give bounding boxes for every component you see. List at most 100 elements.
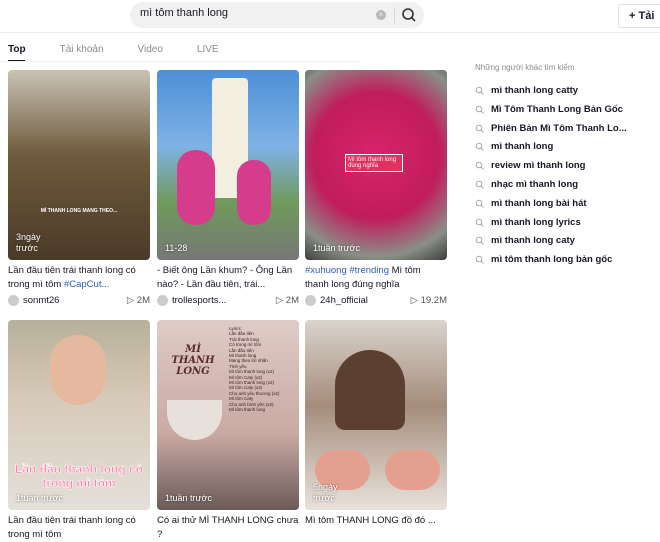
description-text: Lần đầu tiên trái thanh long có trong mì… (8, 515, 136, 540)
author-name[interactable]: sonmt26 (23, 295, 127, 306)
search-input[interactable] (140, 7, 370, 19)
author-name[interactable]: trollesports... (172, 295, 276, 306)
tabs: Top Tài khoản Video LIVE (8, 44, 253, 62)
post-time: 1tuần trước (313, 243, 360, 253)
tab-accounts[interactable]: Tài khoản (60, 44, 104, 55)
related-search-item[interactable]: nhạc mì thanh long (475, 179, 578, 190)
view-count-value: 2M (136, 295, 150, 306)
search-icon (475, 161, 484, 171)
post-time: 1tuần trước (16, 493, 63, 503)
tab-video[interactable]: Video (138, 44, 163, 55)
video-thumbnail[interactable]: MÌ THANH LONG MANG THEO... 3ngày trước (8, 70, 150, 260)
video-card[interactable]: Lần đầu thanh long có trong mì tôm 1tuần … (8, 320, 150, 542)
video-thumbnail[interactable]: MÌ THANH LONG Lyrics: Lần đầu tiên Trái tha… (157, 320, 299, 510)
video-meta: trollesports... ▷ 2M (157, 295, 299, 306)
video-thumbnail[interactable]: Lần đầu thanh long có trong mì tôm 1tuần … (8, 320, 150, 510)
thumbnail-caption: Mì tôm thanh long đúng nghĩa (345, 154, 403, 172)
noodle-bowl (385, 450, 440, 490)
hashtag-link[interactable]: #xuhuong #trending (305, 265, 389, 276)
search-icon (475, 237, 484, 246)
related-search-label: Mì Tôm Thanh Long Bản Gốc (491, 103, 623, 115)
avatar[interactable] (8, 295, 19, 306)
play-icon: ▷ (275, 295, 286, 306)
video-description[interactable]: #xuhuong #trending Mì tôm thanh long đún… (305, 264, 447, 292)
search-icon (475, 143, 484, 152)
video-thumbnail[interactable]: 11-28 (157, 70, 299, 260)
search-bar: × (130, 2, 424, 28)
video-meta: 24h_official ▷ 19.2M (305, 295, 447, 306)
description-text: - Biết ông Lần khum? - Ông Lần nào? - Lầ… (157, 265, 293, 290)
related-search-label: mì thanh long bài hát (491, 197, 587, 209)
thumbnail-caption: MÌ THANH LONG MANG THEO... (40, 208, 118, 214)
post-time: 6ngày trước (313, 482, 338, 503)
view-count-value: 2M (285, 295, 299, 306)
related-search-item[interactable]: mì tôm thanh long bản gốc (475, 254, 612, 265)
lyric-line: Mì tôm thanh long (x2) (229, 369, 275, 375)
related-search-item[interactable]: Mì Tôm Thanh Long Bản Gốc (475, 104, 623, 115)
related-search-label: nhạc mì thanh long (491, 179, 579, 190)
video-card[interactable]: MÌ THANH LONG Lyrics: Lần đầu tiên Trái tha… (157, 320, 299, 542)
search-icon (475, 218, 484, 227)
video-description[interactable]: Lần đầu tiên trái thanh long có trong mì… (8, 264, 150, 292)
tabs-divider (0, 61, 360, 62)
search-icon (402, 8, 416, 22)
tab-top[interactable]: Top (8, 44, 26, 62)
video-description[interactable]: Lần đầu tiên trái thanh long có trong mì… (8, 514, 150, 542)
author-name[interactable]: 24h_official (320, 295, 411, 306)
video-description[interactable]: - Biết ông Lần khum? - Ông Lần nào? - Lầ… (157, 264, 299, 292)
related-search-item[interactable]: mì thanh long catty (475, 85, 578, 96)
related-search-label: mì thanh long lyrics (491, 216, 581, 228)
video-card[interactable]: 6ngày trước Mì tôm THANH LONG đồ đó ... (305, 320, 447, 542)
related-search-label: Phiên Bản Mì Tôm Thanh Lo... (491, 122, 627, 134)
related-search-item[interactable]: review mì thanh long (475, 160, 586, 171)
search-icon (475, 180, 484, 189)
person (50, 335, 106, 405)
related-search-label: mì thanh long catty (491, 85, 579, 96)
person (335, 350, 405, 430)
search-icon (475, 199, 484, 208)
hashtag-link[interactable]: #CapCut... (64, 279, 109, 290)
tab-live[interactable]: LIVE (197, 44, 219, 55)
search-icon (475, 255, 484, 265)
post-time: 3ngày trước (16, 232, 41, 253)
related-search-label: mì tôm thanh long bản gốc (491, 254, 613, 266)
related-search-item[interactable]: Phiên Bản Mì Tôm Thanh Lo... (475, 123, 627, 134)
thumbnail-title: MÌ THANH LONG (171, 344, 215, 377)
video-thumbnail[interactable]: 6ngày trước (305, 320, 447, 510)
related-search-label: mì thanh long caty (491, 235, 575, 247)
video-thumbnail[interactable]: Mì tôm thanh long đúng nghĩa 1tuần trước (305, 70, 447, 260)
search-icon (475, 86, 484, 95)
lyrics: Lyrics: Lần đầu tiên Trái thanh long Có tro… (229, 326, 280, 413)
play-icon: ▷ (126, 295, 137, 306)
search-button[interactable] (400, 6, 418, 24)
pink-mascot (237, 160, 271, 225)
related-search-item[interactable]: mì thanh long (475, 141, 553, 152)
clear-icon[interactable]: × (376, 10, 386, 20)
view-count: ▷ 19.2M (411, 295, 447, 306)
view-count-value: 19.2M (420, 295, 447, 306)
upload-button[interactable]: + Tải (618, 4, 660, 28)
video-description[interactable]: Mì tôm THANH LONG đồ đó ... (305, 514, 447, 542)
related-search-item[interactable]: mì thanh long bài hát (475, 198, 587, 209)
related-search-label: mì thanh long (491, 141, 554, 153)
related-search-item[interactable]: mì thanh long caty (475, 235, 575, 246)
video-card[interactable]: 11-28 - Biết ông Lần khum? - Ông Lần nào?… (157, 70, 299, 306)
search-icon (475, 105, 484, 114)
video-description[interactable]: Có ai thử MÌ THANH LONG chưa ? (157, 514, 299, 542)
view-count: ▷ 2M (276, 295, 299, 306)
related-searches-title: Những người khác tìm kiếm (475, 63, 575, 72)
related-search-label: review mì thanh long (491, 160, 586, 172)
video-meta: sonmt26 ▷ 2M (8, 295, 150, 306)
avatar[interactable] (305, 295, 316, 306)
related-search-item[interactable]: mì thanh long lyrics (475, 217, 581, 228)
header-divider (0, 32, 660, 33)
post-time: 11-28 (165, 243, 188, 253)
video-card[interactable]: MÌ THANH LONG MANG THEO... 3ngày trước Lần… (8, 70, 150, 306)
video-card[interactable]: Mì tôm thanh long đúng nghĩa 1tuần trước #… (305, 70, 447, 306)
search-icon (475, 124, 484, 133)
description-text: Có ai thử MÌ THANH LONG chưa ? (157, 515, 299, 540)
pink-mascot (177, 150, 215, 225)
play-icon: ▷ (410, 295, 421, 306)
view-count: ▷ 2M (127, 295, 150, 306)
avatar[interactable] (157, 295, 168, 306)
